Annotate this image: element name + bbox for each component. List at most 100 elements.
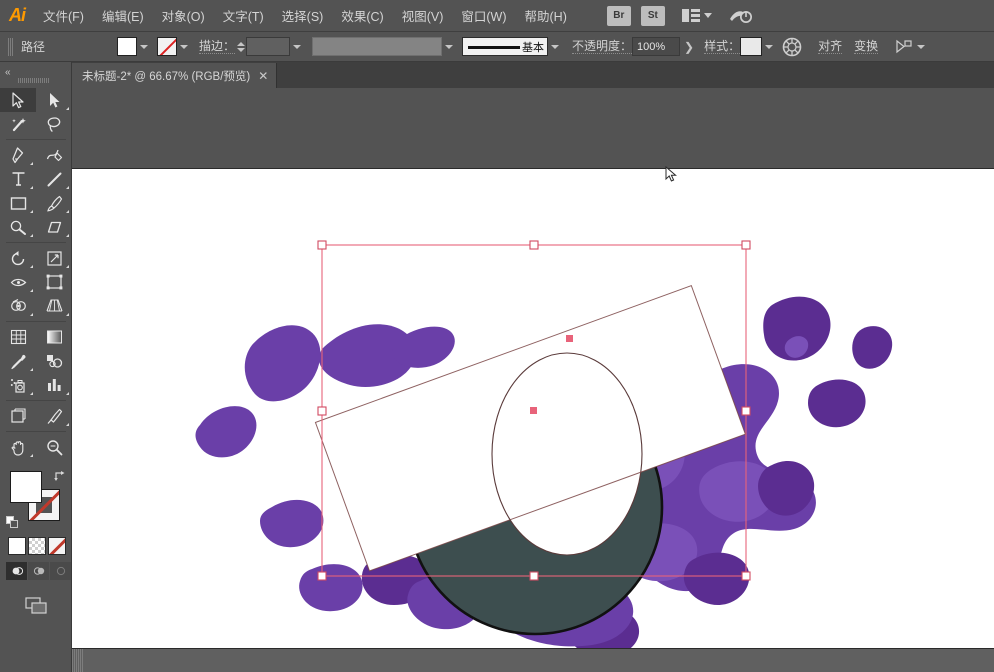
eraser-tool[interactable] [36, 215, 72, 239]
none-mode-button[interactable] [48, 537, 66, 555]
tool-separator [0, 239, 72, 246]
variable-width-profile-input[interactable] [312, 37, 442, 56]
eyedropper-tool[interactable] [0, 349, 36, 373]
slice-tool[interactable] [36, 404, 72, 428]
graphic-style-chevron-icon[interactable] [762, 37, 776, 56]
stroke-color-swatch[interactable] [157, 37, 177, 56]
menu-object[interactable]: 对象(O) [154, 1, 213, 30]
zoom-tool[interactable] [36, 435, 72, 459]
fill-stroke-indicator [0, 467, 72, 533]
document-tab[interactable]: 未标题-2* @ 66.67% (RGB/预览) ✕ [72, 63, 277, 88]
graphic-style-swatch[interactable] [740, 37, 762, 56]
arrange-chevron-icon[interactable] [914, 37, 928, 56]
brush-definition-select[interactable]: 基本 [462, 37, 548, 56]
stroke-weight-stepper[interactable] [235, 37, 246, 56]
tool-flyout-indicator-icon [66, 265, 69, 268]
opacity-label: 不透明度： [572, 40, 632, 54]
menu-view[interactable]: 视图(V) [394, 1, 452, 30]
tools-panel-grip[interactable] [18, 78, 50, 83]
tool-flyout-indicator-icon [66, 186, 69, 189]
width-tool[interactable] [0, 270, 36, 294]
selected-object-type: 路径 [21, 38, 117, 55]
curvature-tool[interactable] [36, 143, 72, 167]
fill-color-indicator[interactable] [10, 471, 42, 503]
perspective-grid-tool[interactable] [36, 294, 72, 318]
bridge-icon[interactable]: Br [607, 6, 631, 26]
menu-edit[interactable]: 编辑(E) [94, 1, 152, 30]
menu-effect[interactable]: 效果(C) [333, 1, 391, 30]
menu-bar: Ai 文件(F) 编辑(E) 对象(O) 文字(T) 选择(S) 效果(C) 视… [0, 0, 994, 32]
paintbrush-tool[interactable] [36, 191, 72, 215]
gradient-tool[interactable] [36, 325, 72, 349]
arrange-documents-icon[interactable] [896, 39, 914, 55]
type-tool[interactable] [0, 167, 36, 191]
align-button[interactable]: 对齐 [818, 40, 842, 54]
opacity-input[interactable]: 100% [632, 37, 680, 56]
workspace-switcher[interactable] [682, 9, 712, 22]
adobe-stock-icon[interactable]: St [641, 6, 665, 26]
lasso-tool[interactable] [36, 112, 72, 136]
menu-help[interactable]: 帮助(H) [517, 1, 575, 30]
color-mode-button[interactable] [8, 537, 26, 555]
draw-normal-button[interactable] [6, 562, 27, 580]
collapse-panel-icon[interactable]: « [5, 67, 9, 78]
swap-fill-stroke-icon[interactable] [54, 469, 66, 481]
draw-mode-row [0, 555, 71, 580]
hand-tool[interactable] [0, 435, 36, 459]
fill-dropdown-chevron-icon[interactable] [137, 37, 151, 56]
workspace-grid-icon [682, 9, 700, 22]
draw-behind-button[interactable] [28, 562, 49, 580]
draw-inside-button[interactable] [50, 562, 71, 580]
stroke-weight-input[interactable] [246, 37, 290, 56]
gradient-mode-button[interactable] [28, 537, 46, 555]
stroke-dropdown-chevron-icon[interactable] [177, 37, 191, 56]
stock-search-icon[interactable] [728, 6, 754, 26]
fill-color-swatch[interactable] [117, 37, 137, 56]
document-tab-label: 未标题-2* @ 66.67% (RGB/预览) [82, 68, 250, 84]
tool-flyout-indicator-icon [30, 392, 33, 395]
menu-type[interactable]: 文字(T) [215, 1, 272, 30]
direct-selection-tool[interactable] [36, 88, 72, 112]
blend-tool[interactable] [36, 349, 72, 373]
white-ellipse-shape [492, 353, 642, 555]
stroke-weight-chevron-icon[interactable] [290, 37, 304, 56]
app-logo-icon: Ai [0, 0, 34, 32]
shape-builder-tool[interactable] [0, 294, 36, 318]
tool-flyout-indicator-icon [30, 210, 33, 213]
selection-arrow-cursor [664, 166, 680, 184]
style-label: 样式： [704, 40, 740, 54]
free-transform-tool[interactable] [36, 270, 72, 294]
pen-tool[interactable] [0, 143, 36, 167]
symbol-sprayer-tool[interactable] [0, 373, 36, 397]
chevron-down-icon [704, 13, 712, 18]
status-bar-grip[interactable] [72, 649, 84, 672]
canvas-area[interactable] [72, 88, 994, 648]
variable-width-chevron-icon[interactable] [442, 37, 456, 56]
rectangle-tool[interactable] [0, 191, 36, 215]
line-segment-tool[interactable] [36, 167, 72, 191]
menu-file[interactable]: 文件(F) [35, 1, 92, 30]
artboard-tool[interactable] [0, 404, 36, 428]
transform-button[interactable]: 变换 [854, 40, 878, 54]
tool-flyout-indicator-icon [66, 423, 69, 426]
close-icon[interactable]: ✕ [258, 71, 268, 81]
tool-flyout-indicator-icon [30, 368, 33, 371]
selection-tool[interactable] [0, 88, 36, 112]
magic-wand-tool[interactable] [0, 112, 36, 136]
recolor-artwork-icon[interactable] [782, 37, 802, 57]
brush-definition-chevron-icon[interactable] [548, 37, 562, 56]
illustrator-window: Ai 文件(F) 编辑(E) 对象(O) 文字(T) 选择(S) 效果(C) 视… [0, 0, 994, 672]
menu-window[interactable]: 窗口(W) [453, 1, 514, 30]
opacity-flyout-icon[interactable]: ❯ [680, 40, 698, 54]
column-graph-tool[interactable] [36, 373, 72, 397]
menu-select[interactable]: 选择(S) [274, 1, 332, 30]
tools-panel-header: « [0, 62, 71, 88]
control-bar-grip[interactable] [8, 38, 13, 56]
shaper-pencil-tool[interactable] [0, 215, 36, 239]
mesh-tool[interactable] [0, 325, 36, 349]
scale-tool[interactable] [36, 246, 72, 270]
artboard[interactable] [72, 168, 994, 648]
default-fill-stroke-icon[interactable] [6, 516, 19, 529]
change-screen-mode-button[interactable] [21, 596, 51, 616]
rotate-tool[interactable] [0, 246, 36, 270]
